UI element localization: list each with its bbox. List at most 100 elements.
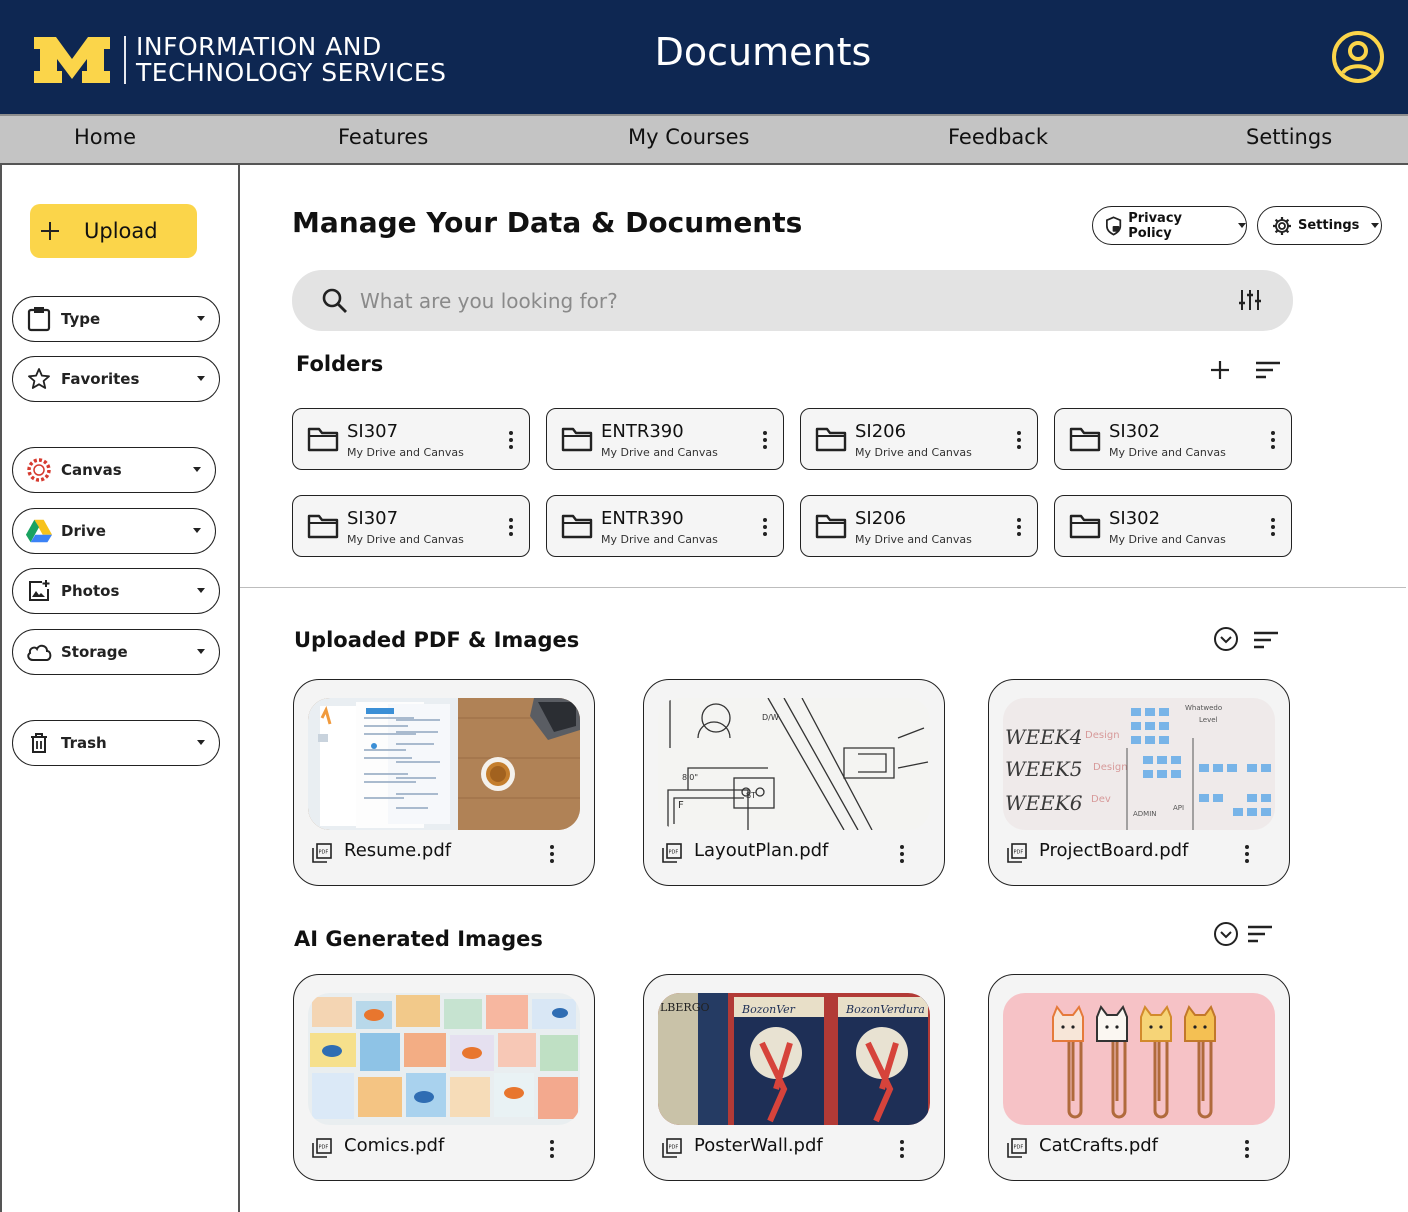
folder-location: My Drive and Canvas (855, 533, 972, 546)
folder-name: SI307 (347, 421, 399, 442)
org-name-line1: INFORMATION AND (136, 32, 382, 61)
folder-icon (1069, 427, 1101, 452)
logo-divider (124, 36, 126, 84)
filter-sliders-icon[interactable] (1238, 288, 1262, 312)
filter-canvas[interactable]: Canvas (12, 447, 216, 493)
folder-card[interactable]: SI206 My Drive and Canvas (800, 408, 1038, 470)
folder-card[interactable]: SI302 My Drive and Canvas (1054, 495, 1292, 557)
clipboard-icon (25, 305, 53, 333)
more-vertical-icon[interactable] (1243, 843, 1251, 865)
section-divider (240, 587, 1406, 588)
filter-label: Canvas (61, 461, 122, 479)
plus-icon (41, 222, 59, 240)
pdf-file-icon: PDF (662, 1138, 682, 1158)
privacy-policy-button[interactable]: Privacy Policy (1092, 206, 1247, 245)
folder-card[interactable]: ENTR390 My Drive and Canvas (546, 495, 784, 557)
folder-name: ENTR390 (601, 508, 684, 529)
more-vertical-icon[interactable] (898, 1138, 906, 1160)
filter-trash[interactable]: Trash (12, 720, 220, 766)
sort-folders-button[interactable] (1254, 356, 1282, 384)
file-card-comics[interactable]: PDF Comics.pdf (293, 974, 595, 1181)
more-vertical-icon[interactable] (1269, 427, 1277, 453)
folder-card[interactable]: ENTR390 My Drive and Canvas (546, 408, 784, 470)
file-name: ProjectBoard.pdf (1039, 840, 1189, 861)
filter-photos[interactable]: Photos (12, 568, 220, 614)
upload-button[interactable]: Upload (30, 204, 197, 258)
filter-storage[interactable]: Storage (12, 629, 220, 675)
account-icon[interactable] (1331, 30, 1385, 84)
sort-ai-button[interactable] (1246, 920, 1274, 948)
more-vertical-icon[interactable] (548, 1138, 556, 1160)
file-card-layoutplan[interactable]: F ST 8'0" D/W PDF LayoutPlan.pdf (643, 679, 945, 886)
filter-label: Favorites (61, 370, 140, 388)
collapse-ai-button[interactable] (1212, 920, 1240, 948)
folder-name: SI302 (1109, 508, 1161, 529)
page-header-title: Documents (654, 30, 872, 74)
plus-icon (1211, 361, 1229, 379)
sort-uploaded-button[interactable] (1252, 626, 1280, 654)
folder-card[interactable]: SI302 My Drive and Canvas (1054, 408, 1292, 470)
svg-text:Design: Design (1093, 762, 1128, 773)
search-input[interactable] (360, 288, 1210, 313)
folder-location: My Drive and Canvas (855, 446, 972, 459)
file-card-resume[interactable]: PDF Resume.pdf (293, 679, 595, 886)
file-card-posterwall[interactable]: LBERGO BozonVer BozonVerdura PDF PosterW… (643, 974, 945, 1181)
more-vertical-icon[interactable] (1243, 1138, 1251, 1160)
svg-text:PDF: PDF (669, 850, 679, 856)
ai-images-heading: AI Generated Images (294, 927, 543, 951)
pdf-file-icon: PDF (1007, 843, 1027, 863)
more-vertical-icon[interactable] (507, 427, 515, 453)
more-vertical-icon[interactable] (1015, 427, 1023, 453)
more-vertical-icon[interactable] (1015, 514, 1023, 540)
more-vertical-icon[interactable] (761, 427, 769, 453)
folder-icon (561, 514, 593, 539)
more-vertical-icon[interactable] (1269, 514, 1277, 540)
nav-home[interactable]: Home (74, 125, 136, 149)
folder-card[interactable]: SI307 My Drive and Canvas (292, 408, 530, 470)
file-card-projectboard[interactable]: WEEK4 WEEK5 WEEK6 Design Design Dev Whatwe… (988, 679, 1290, 886)
shield-lock-icon (1106, 215, 1122, 236)
nav-feedback[interactable]: Feedback (948, 125, 1048, 149)
folder-location: My Drive and Canvas (601, 533, 718, 546)
settings-label: Settings (1298, 218, 1360, 233)
nav-my-courses[interactable]: My Courses (628, 125, 749, 149)
folder-location: My Drive and Canvas (601, 446, 718, 459)
search-icon (322, 288, 347, 313)
folder-name: SI206 (855, 508, 907, 529)
filter-type[interactable]: Type (12, 296, 220, 342)
nav-settings[interactable]: Settings (1246, 125, 1332, 149)
filter-favorites[interactable]: Favorites (12, 356, 220, 402)
svg-text:PDF: PDF (1014, 1145, 1024, 1151)
collapse-uploaded-button[interactable] (1212, 625, 1240, 653)
folder-name: SI206 (855, 421, 907, 442)
file-card-catcrafts[interactable]: PDF CatCrafts.pdf (988, 974, 1290, 1181)
svg-text:ST: ST (746, 791, 756, 800)
sort-icon (1248, 925, 1272, 943)
page-title: Manage Your Data & Documents (292, 206, 803, 239)
more-vertical-icon[interactable] (761, 514, 769, 540)
add-folder-button[interactable] (1206, 356, 1234, 384)
folder-location: My Drive and Canvas (347, 446, 464, 459)
svg-text:WEEK6: WEEK6 (1005, 791, 1083, 815)
nav-features[interactable]: Features (338, 125, 428, 149)
folder-location: My Drive and Canvas (1109, 446, 1226, 459)
sidebar: Upload Type Favorites Canvas Drive Photo… (0, 165, 240, 1212)
folder-location: My Drive and Canvas (347, 533, 464, 546)
filter-label: Trash (61, 734, 107, 752)
uploaded-heading: Uploaded PDF & Images (294, 628, 580, 652)
folder-card[interactable]: SI307 My Drive and Canvas (292, 495, 530, 557)
svg-text:ADMIN: ADMIN (1133, 810, 1157, 818)
filter-drive[interactable]: Drive (12, 508, 216, 554)
folder-icon (561, 427, 593, 452)
file-name: Resume.pdf (344, 840, 452, 861)
catcrafts-thumbnail-image (1003, 993, 1275, 1125)
settings-button[interactable]: Settings (1257, 206, 1382, 245)
svg-text:WEEK5: WEEK5 (1005, 757, 1082, 781)
more-vertical-icon[interactable] (898, 843, 906, 865)
more-vertical-icon[interactable] (507, 514, 515, 540)
trash-icon (25, 729, 53, 757)
more-vertical-icon[interactable] (548, 843, 556, 865)
folder-card[interactable]: SI206 My Drive and Canvas (800, 495, 1038, 557)
posterwall-thumbnail-image: LBERGO BozonVer BozonVerdura (658, 993, 930, 1125)
chevron-down-icon (197, 649, 205, 654)
